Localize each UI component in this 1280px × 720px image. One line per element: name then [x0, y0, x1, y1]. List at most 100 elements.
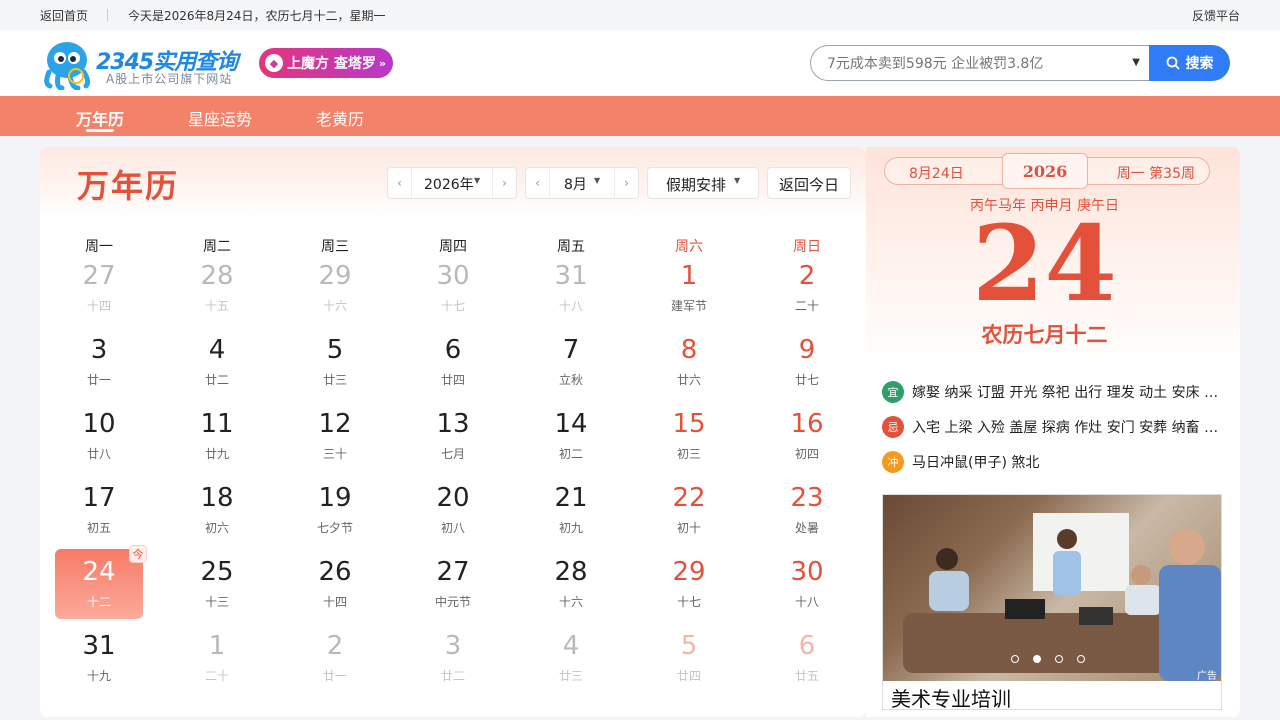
calendar-day[interactable]: 7 立秋: [527, 327, 615, 397]
year-dropdown-caret-icon[interactable]: ▼: [474, 176, 480, 185]
calendar-day[interactable]: 5 廿四: [645, 623, 733, 693]
day-number: 16: [790, 409, 824, 439]
carousel-dot[interactable]: [1011, 655, 1019, 663]
day-lunar: 初八: [440, 521, 465, 535]
calendar-day[interactable]: 29 十七: [645, 549, 733, 619]
calendar-day[interactable]: 26 十四: [291, 549, 379, 619]
ji-icon: 忌: [882, 416, 904, 438]
main-nav: 万年历 星座运势 老黄历: [0, 96, 1280, 136]
calendar-day[interactable]: 2 廿一: [291, 623, 379, 693]
calendar-day[interactable]: 30 十八: [763, 549, 851, 619]
nav-item-calendar[interactable]: 万年历: [76, 106, 124, 130]
day-number: 2: [326, 631, 344, 661]
calendar-day[interactable]: 15 初三: [645, 401, 733, 471]
dropdown-caret-icon[interactable]: ▼: [1132, 57, 1140, 68]
prev-month-chevron-left-icon[interactable]: ‹: [526, 168, 550, 198]
year-value[interactable]: 2026年: [424, 174, 474, 194]
day-number: 6: [444, 335, 462, 365]
calendar-day[interactable]: 29 十六: [291, 253, 379, 323]
calendar-day[interactable]: 1 建军节: [645, 253, 733, 323]
site-logo[interactable]: 2345实用查询 A股上市公司旗下网站: [40, 38, 250, 90]
calendar-day[interactable]: 27 中元节: [409, 549, 497, 619]
day-lunar: 廿一: [322, 669, 347, 683]
calendar-day[interactable]: 2 二十: [763, 253, 851, 323]
calendar-day[interactable]: 3 廿二: [409, 623, 497, 693]
day-number: 29: [318, 261, 352, 291]
calendar-day[interactable]: 31 十八: [527, 253, 615, 323]
calendar-day[interactable]: 4 廿三: [527, 623, 615, 693]
calendar-day[interactable]: 1 二十: [173, 623, 261, 693]
chong-text: 马日冲鼠(甲子) 煞北: [912, 455, 1040, 471]
search-button-label: 搜索: [1185, 56, 1214, 72]
day-lunar: 初九: [558, 521, 583, 535]
calendar-day[interactable]: 23 处暑: [763, 475, 851, 545]
cube-icon: ◆: [265, 54, 283, 72]
month-value[interactable]: 8月: [564, 174, 587, 194]
day-number: 10: [82, 409, 116, 439]
day-number: 12: [318, 409, 352, 439]
carousel-dot[interactable]: [1055, 655, 1063, 663]
detail-week: 周一 第35周: [1116, 166, 1195, 182]
nav-item-almanac[interactable]: 老黄历: [316, 106, 364, 130]
back-today-button[interactable]: 返回今日: [767, 167, 851, 199]
month-dropdown-caret-icon[interactable]: ▼: [594, 176, 600, 185]
feedback-link[interactable]: 反馈平台: [1192, 7, 1240, 24]
calendar-day[interactable]: 28 十六: [527, 549, 615, 619]
day-lunar: 三十: [322, 447, 347, 461]
calendar-day[interactable]: 10 廿八: [55, 401, 143, 471]
big-day-number: 24: [972, 202, 1117, 325]
holiday-selector[interactable]: 假期安排 ▼: [647, 167, 759, 199]
day-number: 26: [318, 557, 352, 587]
carousel-dot-active[interactable]: [1033, 655, 1041, 663]
calendar-day[interactable]: 13 七月: [409, 401, 497, 471]
calendar-day[interactable]: 16 初四: [763, 401, 851, 471]
calendar-day[interactable]: 17 初五: [55, 475, 143, 545]
calendar-day-selected[interactable]: 24 十二今: [55, 545, 147, 619]
calendar-day[interactable]: 6 廿四: [409, 327, 497, 397]
day-number: 6: [798, 631, 816, 661]
ad-banner[interactable]: 广告 美术专业培训: [882, 494, 1222, 710]
ji-row: 忌 入宅 上梁 入殓 盖屋 探病 作灶 安门 安葬 纳畜 伐木: [882, 416, 1222, 438]
calendar-day[interactable]: 22 初十: [645, 475, 733, 545]
calendar-day[interactable]: 3 廿一: [55, 327, 143, 397]
prev-year-chevron-left-icon[interactable]: ‹: [388, 168, 412, 198]
home-link[interactable]: 返回首页: [40, 7, 88, 24]
calendar-day[interactable]: 5 廿三: [291, 327, 379, 397]
ad-caption[interactable]: 美术专业培训: [891, 683, 1011, 709]
day-number: 31: [82, 631, 116, 661]
promo-button[interactable]: ◆ 上魔方 查塔罗 »: [259, 48, 393, 78]
nav-item-horoscope[interactable]: 星座运势: [188, 106, 252, 130]
carousel-dot[interactable]: [1077, 655, 1085, 663]
calendar-day[interactable]: 14 初二: [527, 401, 615, 471]
next-year-chevron-right-icon[interactable]: ›: [492, 168, 516, 198]
calendar-day[interactable]: 6 廿五: [763, 623, 851, 693]
calendar-day[interactable]: 30 十七: [409, 253, 497, 323]
calendar-day[interactable]: 18 初六: [173, 475, 261, 545]
calendar-day[interactable]: 9 廿七: [763, 327, 851, 397]
day-number: 31: [554, 261, 588, 291]
calendar-day[interactable]: 20 初八: [409, 475, 497, 545]
calendar-day[interactable]: 8 廿六: [645, 327, 733, 397]
calendar-day[interactable]: 28 十五: [173, 253, 261, 323]
calendar-day[interactable]: 12 三十: [291, 401, 379, 471]
day-number: 27: [82, 261, 116, 291]
calendar-day[interactable]: 27 十四: [55, 253, 143, 323]
calendar-day[interactable]: 21 初九: [527, 475, 615, 545]
day-number: 25: [200, 557, 234, 587]
day-number: 18: [200, 483, 234, 513]
calendar-day[interactable]: 31 十九: [55, 623, 143, 693]
double-chevron-right-icon: »: [378, 56, 386, 70]
search-input[interactable]: [827, 54, 1117, 74]
calendar-day[interactable]: 11 廿九: [173, 401, 261, 471]
next-month-chevron-right-icon[interactable]: ›: [614, 168, 638, 198]
ad-image[interactable]: 广告: [883, 495, 1221, 682]
day-number: 27: [436, 557, 470, 587]
search-button[interactable]: 搜索: [1149, 45, 1230, 81]
day-lunar: 廿四: [440, 373, 465, 387]
octopus-mascot-icon: [44, 42, 91, 90]
day-number: 5: [680, 631, 698, 661]
day-lunar: 二十: [794, 299, 819, 313]
calendar-day[interactable]: 25 十三: [173, 549, 261, 619]
calendar-day[interactable]: 19 七夕节: [291, 475, 379, 545]
calendar-day[interactable]: 4 廿二: [173, 327, 261, 397]
